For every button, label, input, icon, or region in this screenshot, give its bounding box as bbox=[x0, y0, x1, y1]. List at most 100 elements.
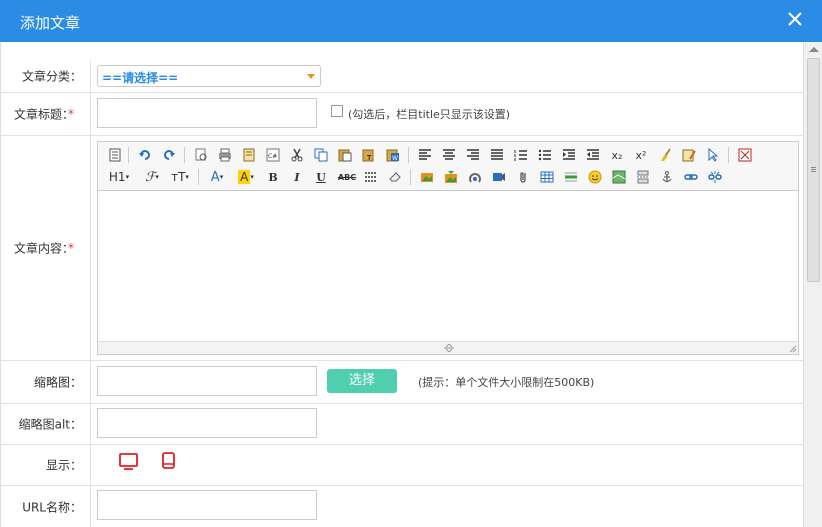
title-checkbox-hint: (勾选后，栏目title只显示该设置) bbox=[348, 108, 511, 121]
font-color-label: A bbox=[210, 169, 220, 185]
svg-text:W: W bbox=[392, 155, 398, 162]
category-label: 文章分类： bbox=[21, 69, 82, 84]
editor-resize-bar[interactable] bbox=[98, 341, 798, 354]
editor-body[interactable] bbox=[98, 191, 798, 341]
url-name-label: URL名称： bbox=[22, 500, 82, 514]
resize-corner-icon[interactable] bbox=[789, 345, 797, 353]
content-label: 文章内容： bbox=[13, 241, 74, 256]
table-icon[interactable] bbox=[538, 168, 556, 186]
category-row: 文章分类： ==请选择== bbox=[1, 60, 804, 93]
title-input[interactable] bbox=[97, 98, 317, 128]
thumbnail-hint: (提示：单个文件大小限制在500KB) bbox=[418, 376, 595, 389]
paste-word-icon[interactable]: W bbox=[384, 146, 402, 164]
category-select[interactable]: ==请选择== bbox=[97, 65, 321, 87]
redo-icon[interactable] bbox=[160, 146, 178, 164]
source-icon[interactable] bbox=[106, 146, 124, 164]
italic-label: I bbox=[294, 170, 300, 184]
bold-icon[interactable]: B bbox=[264, 168, 282, 186]
dialog-titlebar: 添加文章 bbox=[0, 0, 822, 42]
print-icon[interactable] bbox=[216, 146, 234, 164]
font-color-icon[interactable]: A ▾ bbox=[206, 168, 228, 186]
svg-text:C#: C# bbox=[268, 153, 277, 160]
indent-icon[interactable] bbox=[560, 146, 578, 164]
scrollbar[interactable] bbox=[803, 42, 822, 527]
align-right-icon[interactable] bbox=[464, 146, 482, 164]
required-mark: * bbox=[68, 107, 74, 121]
line-height-icon[interactable] bbox=[362, 168, 380, 186]
template-icon[interactable] bbox=[240, 146, 258, 164]
content-row: 文章内容： * C# T W x₂ x² H1 ▾ ℱ ▾ тT ▾ A ▾ A… bbox=[1, 136, 804, 361]
italic-icon[interactable]: I bbox=[288, 168, 306, 186]
scrollbar-thumb[interactable] bbox=[807, 58, 820, 282]
close-icon[interactable] bbox=[786, 10, 804, 28]
url-name-input[interactable] bbox=[97, 490, 317, 520]
underline-icon[interactable]: U bbox=[312, 168, 330, 186]
title-label: 文章标题： bbox=[13, 107, 74, 122]
chevron-down-icon bbox=[307, 74, 315, 79]
flash-icon[interactable] bbox=[466, 168, 484, 186]
display-row: 显示： bbox=[1, 445, 804, 486]
link-icon[interactable] bbox=[682, 168, 700, 186]
select-file-button[interactable]: 选择 bbox=[327, 369, 397, 393]
subscript-icon[interactable]: x₂ bbox=[608, 146, 626, 164]
thumbnail-alt-input[interactable] bbox=[97, 408, 317, 438]
thumbnail-row: 缩略图： 选择 (提示：单个文件大小限制在500KB) bbox=[1, 361, 804, 404]
font-family-icon[interactable]: ℱ ▾ bbox=[140, 168, 164, 186]
strikethrough-icon[interactable]: ABC bbox=[336, 168, 358, 186]
heading-icon[interactable]: H1 ▾ bbox=[106, 168, 132, 186]
required-mark: * bbox=[68, 241, 74, 255]
attachment-icon[interactable] bbox=[514, 168, 532, 186]
remove-format-icon[interactable] bbox=[386, 168, 404, 186]
strike-label: ABC bbox=[337, 172, 357, 182]
align-left-icon[interactable] bbox=[416, 146, 434, 164]
unordered-list-icon[interactable] bbox=[536, 146, 554, 164]
image-icon[interactable] bbox=[418, 168, 436, 186]
desktop-icon[interactable] bbox=[119, 453, 139, 471]
paste-icon[interactable] bbox=[336, 146, 354, 164]
highlight-icon[interactable]: A ▾ bbox=[234, 168, 258, 186]
hr-icon[interactable] bbox=[562, 168, 580, 186]
dialog-content: 文章分类： ==请选择== 文章标题： * (勾选后，栏目title只显示该设置)… bbox=[0, 42, 804, 527]
resize-handle-icon[interactable] bbox=[442, 344, 456, 352]
map-icon[interactable] bbox=[610, 168, 628, 186]
thumbnail-alt-label: 缩略图alt： bbox=[18, 417, 82, 432]
cut-icon[interactable] bbox=[288, 146, 306, 164]
display-label: 显示： bbox=[45, 458, 82, 473]
clear-format-icon[interactable] bbox=[656, 146, 674, 164]
font-size-label: тT bbox=[171, 170, 186, 184]
title-only-checkbox[interactable] bbox=[331, 105, 343, 117]
thumbnail-label: 缩略图： bbox=[33, 375, 82, 390]
code-icon[interactable]: C# bbox=[264, 146, 282, 164]
underline-label: U bbox=[316, 170, 326, 184]
undo-icon[interactable] bbox=[136, 146, 154, 164]
outdent-icon[interactable] bbox=[584, 146, 602, 164]
paste-text-icon[interactable]: T bbox=[360, 146, 378, 164]
heading-label: H1 bbox=[108, 170, 126, 184]
select-all-icon[interactable] bbox=[704, 146, 722, 164]
editor-toolbar: C# T W x₂ x² H1 ▾ ℱ ▾ тT ▾ A ▾ A ▾ B I U… bbox=[98, 142, 798, 191]
align-center-icon[interactable] bbox=[440, 146, 458, 164]
svg-text:T: T bbox=[366, 154, 372, 162]
category-selected: ==请选择== bbox=[102, 71, 179, 85]
pagebreak-icon[interactable] bbox=[634, 168, 652, 186]
ordered-list-icon[interactable] bbox=[512, 146, 530, 164]
font-size-icon[interactable]: тT ▾ bbox=[168, 168, 192, 186]
anchor-icon[interactable] bbox=[658, 168, 676, 186]
fullscreen-icon[interactable] bbox=[736, 146, 754, 164]
scroll-up-icon[interactable] bbox=[809, 47, 819, 52]
copy-icon[interactable] bbox=[312, 146, 330, 164]
preview-icon[interactable] bbox=[192, 146, 210, 164]
media-icon[interactable] bbox=[490, 168, 508, 186]
rich-text-editor: C# T W x₂ x² H1 ▾ ℱ ▾ тT ▾ A ▾ A ▾ B I U… bbox=[97, 141, 799, 355]
title-row: 文章标题： * (勾选后，栏目title只显示该设置) bbox=[1, 93, 804, 136]
thumbnail-input[interactable] bbox=[97, 366, 317, 396]
mobile-icon[interactable] bbox=[162, 452, 176, 470]
justify-icon[interactable] bbox=[488, 146, 506, 164]
emoticon-icon[interactable] bbox=[586, 168, 604, 186]
quick-format-icon[interactable] bbox=[680, 146, 698, 164]
highlight-label: A bbox=[238, 170, 251, 184]
superscript-icon[interactable]: x² bbox=[632, 146, 650, 164]
multi-image-icon[interactable] bbox=[442, 168, 460, 186]
unlink-icon[interactable] bbox=[706, 168, 724, 186]
dialog-title: 添加文章 bbox=[20, 14, 81, 32]
